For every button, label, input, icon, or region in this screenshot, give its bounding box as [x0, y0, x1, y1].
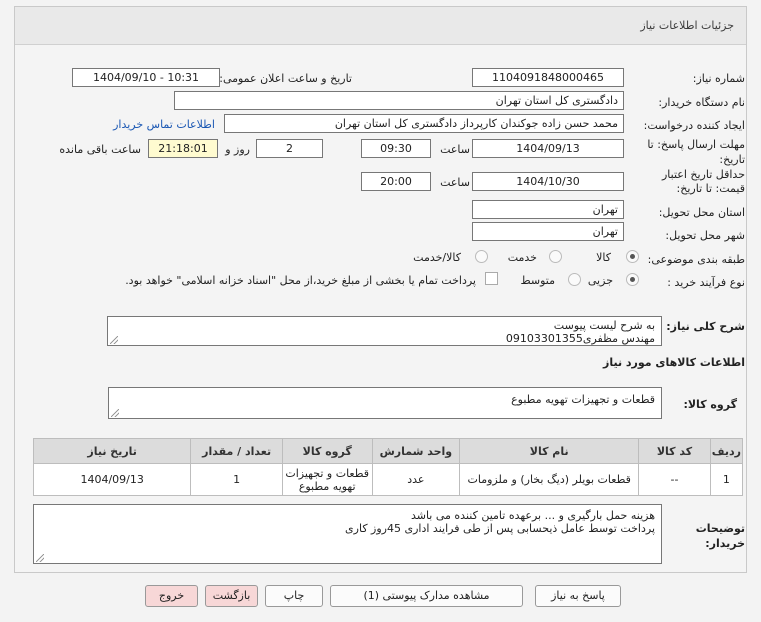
process-medium-label: متوسط	[520, 274, 555, 287]
price-validity-date-field: 1404/10/30	[472, 172, 624, 191]
page-title: جزئیات اطلاعات نیاز	[640, 19, 734, 32]
general-description-label: شرح کلی نیاز:	[666, 320, 745, 333]
header-goods-code: کد کالا	[638, 438, 711, 464]
resize-handle[interactable]	[110, 336, 118, 344]
resize-handle[interactable]	[111, 409, 119, 417]
reply-deadline-time-label: ساعت	[440, 143, 470, 156]
category-goods-service-radio[interactable]	[475, 250, 488, 263]
header-quantity: تعداد / مقدار	[190, 438, 283, 464]
header-goods-name: نام کالا	[459, 438, 640, 464]
general-description-line1: به شرح لیست پیوست	[553, 319, 655, 332]
buyer-notes-field: هزینه حمل بارگیری و ... برعهده تامین کنن…	[33, 504, 662, 564]
cell-goods-name: قطعات بویلر (دیگ بخار) و ملزومات	[459, 463, 640, 496]
resize-handle[interactable]	[36, 554, 44, 562]
buyer-org-field: دادگستری کل استان تهران	[174, 91, 624, 110]
buyer-org-label: نام دستگاه خریدار:	[658, 96, 745, 109]
reply-deadline-time-field: 09:30	[361, 139, 431, 158]
delivery-province-label: استان محل تحویل:	[658, 206, 745, 219]
category-goods-service-label: کالا/خدمت	[413, 251, 461, 264]
buyer-notes-line2: پرداخت توسط عامل ذیحسابی پس از طی فرایند…	[345, 522, 655, 535]
process-minor-radio[interactable]	[626, 273, 639, 286]
header-unit: واحد شمارش	[371, 438, 461, 464]
buyer-notes-line1: هزینه حمل بارگیری و ... برعهده تامین کنن…	[410, 509, 655, 522]
price-validity-label-line1: حداقل تاریخ اعتبار	[661, 168, 745, 181]
need-number-label: شماره نیاز:	[692, 72, 745, 85]
announce-datetime-label: تاریخ و ساعت اعلان عمومی:	[219, 72, 352, 85]
process-medium-radio[interactable]	[568, 273, 581, 286]
category-label: طبقه بندی موضوعی:	[647, 253, 745, 266]
goods-table: ردیف کد کالا نام کالا واحد شمارش گروه کا…	[32, 438, 744, 496]
exit-button[interactable]: خروج	[145, 585, 198, 607]
category-service-radio[interactable]	[549, 250, 562, 263]
print-button[interactable]: چاپ	[265, 585, 323, 607]
header-goods-group: گروه کالا	[281, 438, 373, 464]
general-description-field: به شرح لیست پیوست مهندس مظفری09103301355	[107, 316, 662, 346]
cell-quantity: 1	[190, 463, 283, 496]
general-description-line2: مهندس مظفری09103301355	[505, 332, 655, 345]
table-row: 1 -- قطعات بویلر (دیگ بخار) و ملزومات عد…	[32, 463, 744, 496]
category-service-label: خدمت	[507, 251, 537, 264]
cell-goods-code: --	[638, 463, 711, 496]
buyer-notes-label-line1: توضیحات	[695, 522, 745, 535]
buyer-contact-link[interactable]: اطلاعات تماس خریدار	[113, 118, 215, 131]
category-goods-label: کالا	[596, 251, 611, 264]
requester-label: ایجاد کننده درخواست:	[643, 119, 745, 132]
reply-deadline-label-line1: مهلت ارسال پاسخ: تا	[647, 138, 745, 151]
delivery-province-field: تهران	[472, 200, 624, 219]
goods-group-value: قطعات و تجهیزات تهویه مطبوع	[511, 393, 655, 406]
panel-header: جزئیات اطلاعات نیاز	[15, 7, 746, 45]
treasury-docs-checkbox[interactable]	[485, 272, 498, 285]
remaining-time-label: ساعت باقی مانده	[59, 143, 141, 156]
buyer-notes-label-line2: خریدار:	[705, 537, 745, 550]
cell-need-date: 1404/09/13	[32, 463, 192, 496]
price-validity-time-field: 20:00	[361, 172, 431, 191]
reply-deadline-date-field: 1404/09/13	[472, 139, 624, 158]
header-need-date: تاریخ نیاز	[32, 438, 192, 464]
need-number-field: 1104091848000465	[472, 68, 624, 87]
cell-goods-group: قطعات و تجهیزات تهویه مطبوع	[281, 463, 373, 496]
goods-group-label: گروه کالا:	[683, 398, 737, 411]
reply-deadline-label-line2: تاریخ:	[719, 153, 745, 166]
cell-row-number: 1	[709, 463, 744, 496]
remaining-days-label: روز و	[225, 143, 250, 156]
back-button[interactable]: بازگشت	[205, 585, 258, 607]
treasury-docs-label: پرداخت تمام یا بخشی از مبلغ خرید،از محل …	[125, 274, 476, 287]
process-type-label: نوع فرآیند خرید :	[667, 276, 745, 289]
category-goods-radio[interactable]	[626, 250, 639, 263]
price-validity-label-line2: قیمت: تا تاریخ:	[676, 182, 745, 195]
remaining-time-field: 21:18:01	[148, 139, 218, 158]
goods-group-field: قطعات و تجهیزات تهویه مطبوع	[108, 387, 662, 419]
view-attachments-button[interactable]: مشاهده مدارک پیوستی (1)	[330, 585, 523, 607]
requester-field: محمد حسن زاده جوکندان کارپرداز دادگستری …	[224, 114, 624, 133]
price-validity-time-label: ساعت	[440, 176, 470, 189]
cell-unit: عدد	[371, 463, 461, 496]
header-row-number: ردیف	[709, 438, 744, 464]
announce-datetime-field: 1404/09/10 - 10:31	[72, 68, 220, 87]
remaining-days-field: 2	[256, 139, 323, 158]
delivery-city-label: شهر محل تحویل:	[665, 229, 745, 242]
delivery-city-field: تهران	[472, 222, 624, 241]
goods-section-title: اطلاعات کالاهای مورد نیاز	[603, 356, 745, 369]
goods-table-header: ردیف کد کالا نام کالا واحد شمارش گروه کا…	[32, 438, 744, 464]
reply-button[interactable]: پاسخ به نیاز	[535, 585, 621, 607]
process-minor-label: جزیی	[587, 274, 613, 287]
